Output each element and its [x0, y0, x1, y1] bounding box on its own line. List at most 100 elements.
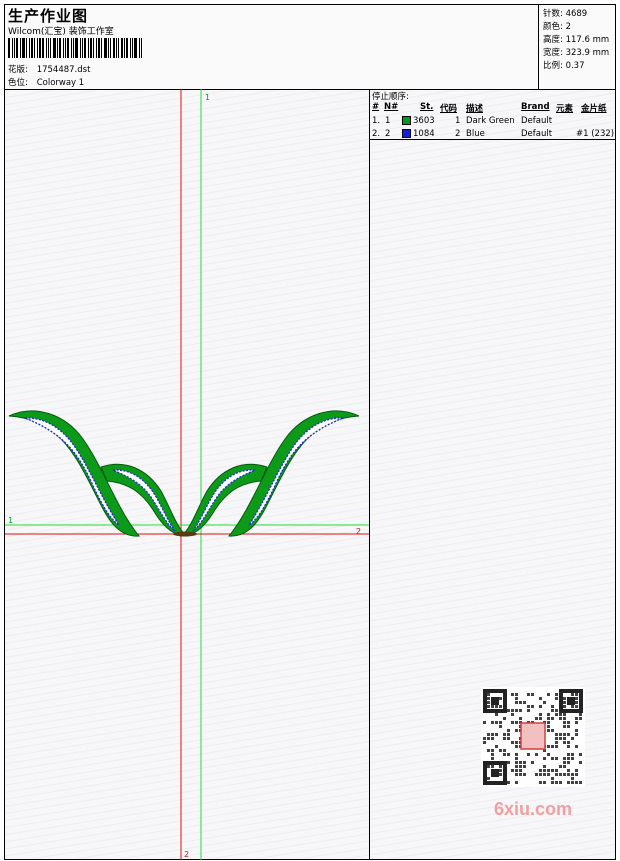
barcode-bar [39, 38, 41, 58]
col-desc-header: 描述 [466, 104, 484, 114]
color-count: 颜色: 2 [543, 22, 571, 32]
barcode-bar [101, 38, 102, 58]
barcode-bar [104, 38, 107, 58]
barcode-bar [124, 38, 125, 58]
watermark-text: 6xiu.com [494, 799, 572, 819]
barcode-bar [113, 38, 115, 58]
row1-brand: Default [521, 116, 553, 126]
stop-sequence-label: 停止顺序: [372, 92, 409, 102]
colorway-value: Colorway 1 [36, 78, 85, 88]
barcode-bar [134, 38, 137, 58]
barcode [8, 38, 146, 58]
barcode-bar [26, 38, 27, 58]
row2-color-swatch [402, 129, 411, 138]
barcode-bar [116, 38, 117, 58]
barcode-bar [12, 38, 13, 58]
row1-num: 1. [372, 116, 381, 126]
barcode-bar [118, 38, 119, 58]
design-file-label: 花版: [8, 65, 28, 75]
qr-code-image: 6xiu.com [481, 687, 585, 819]
design-canvas: 1 1 2 2 [5, 89, 370, 860]
col-thread-header: 金片纸 [581, 104, 607, 114]
barcode-bar [141, 38, 142, 58]
center-stem [173, 531, 197, 537]
barcode-bar [59, 38, 61, 58]
barcode-bar [98, 38, 100, 58]
barcode-bar [132, 38, 133, 58]
barcode-bar [37, 38, 38, 58]
barcode-bar [110, 38, 111, 58]
barcode-bar [53, 38, 56, 58]
barcode-bar [67, 38, 69, 58]
table-divider [370, 139, 615, 140]
barcode-bar [82, 38, 83, 58]
barcode-bar [75, 38, 78, 58]
studio-name: Wilcom(汇宝) 装饰工作室 [8, 27, 114, 37]
barcode-bar [88, 38, 89, 58]
barcode-bar [16, 38, 18, 58]
design-height: 高度: 117.6 mm [543, 35, 610, 45]
barcode-bar [20, 38, 21, 58]
col-st-header: St. [420, 102, 434, 112]
barcode-bar [63, 38, 64, 58]
col-n-header: N# [384, 102, 399, 112]
barcode-bar [57, 38, 58, 58]
row1-st: 3603 [413, 116, 435, 126]
row2-brand: Default [521, 129, 553, 139]
barcode-bar [71, 38, 72, 58]
barcode-bar [108, 38, 109, 58]
guide-label-left: 1 [8, 516, 13, 525]
design-width: 宽度: 323.9 mm [543, 48, 610, 58]
barcode-bar [42, 38, 44, 58]
stats-panel: 针数: 4689 颜色: 2 高度: 117.6 mm 宽度: 323.9 mm… [538, 5, 616, 89]
barcode-bar [73, 38, 74, 58]
row2-desc: Blue [466, 129, 485, 139]
stitch-count: 针数: 4689 [543, 9, 588, 19]
guide-label-bottom: 2 [184, 850, 189, 859]
row1-desc: Dark Green [466, 116, 515, 126]
barcode-bar [31, 38, 33, 58]
watermark: 6xiu.com [475, 685, 591, 819]
row2-st: 1084 [413, 129, 435, 139]
row2-thread: #1 (232) [576, 129, 615, 139]
guide-label-right: 2 [356, 527, 361, 536]
row2-n: 2 [385, 129, 391, 139]
design-scale: 比例: 0.37 [543, 61, 585, 71]
row1-n: 1 [385, 116, 391, 126]
barcode-bar [29, 38, 30, 58]
barcode-bar [34, 38, 35, 58]
barcode-bar [80, 38, 81, 58]
barcode-bar [90, 38, 92, 58]
col-brand-header: Brand [521, 102, 550, 112]
barcode-bar [14, 38, 15, 58]
row2-num: 2. [372, 129, 381, 139]
sheet-header: 生产作业图 Wilcom(汇宝) 装饰工作室 花版: 1754487.dst 色… [5, 5, 615, 90]
embroidery-preview: 1 1 2 2 [5, 89, 369, 860]
design-file: 花版: 1754487.dst [8, 63, 90, 75]
barcode-bar [8, 38, 10, 58]
barcode-bar [130, 38, 131, 58]
row2-code: 2 [455, 129, 461, 139]
barcode-bar [139, 38, 140, 58]
barcode-bar [48, 38, 49, 58]
barcode-bar [121, 38, 123, 58]
right-leaves [179, 410, 360, 537]
barcode-bar [93, 38, 94, 58]
design-file-value: 1754487.dst [36, 65, 91, 75]
col-code-header: 代码 [440, 104, 458, 114]
leaf-motif [8, 410, 360, 537]
barcode-bar [96, 38, 97, 58]
colorway-label: 色位: [8, 78, 28, 88]
barcode-bar [22, 38, 25, 58]
production-sheet: 生产作业图 Wilcom(汇宝) 装饰工作室 花版: 1754487.dst 色… [4, 4, 616, 860]
row1-code: 1 [455, 116, 461, 126]
barcode-bar [50, 38, 51, 58]
sheet-title: 生产作业图 [8, 7, 89, 25]
guide-label-top: 1 [205, 93, 210, 102]
row1-color-swatch [402, 116, 411, 125]
colorway: 色位: Colorway 1 [8, 76, 84, 88]
left-leaves [8, 410, 189, 537]
col-element-header: 元素 [556, 104, 574, 114]
barcode-bar [126, 38, 128, 58]
barcode-bar [46, 38, 47, 58]
